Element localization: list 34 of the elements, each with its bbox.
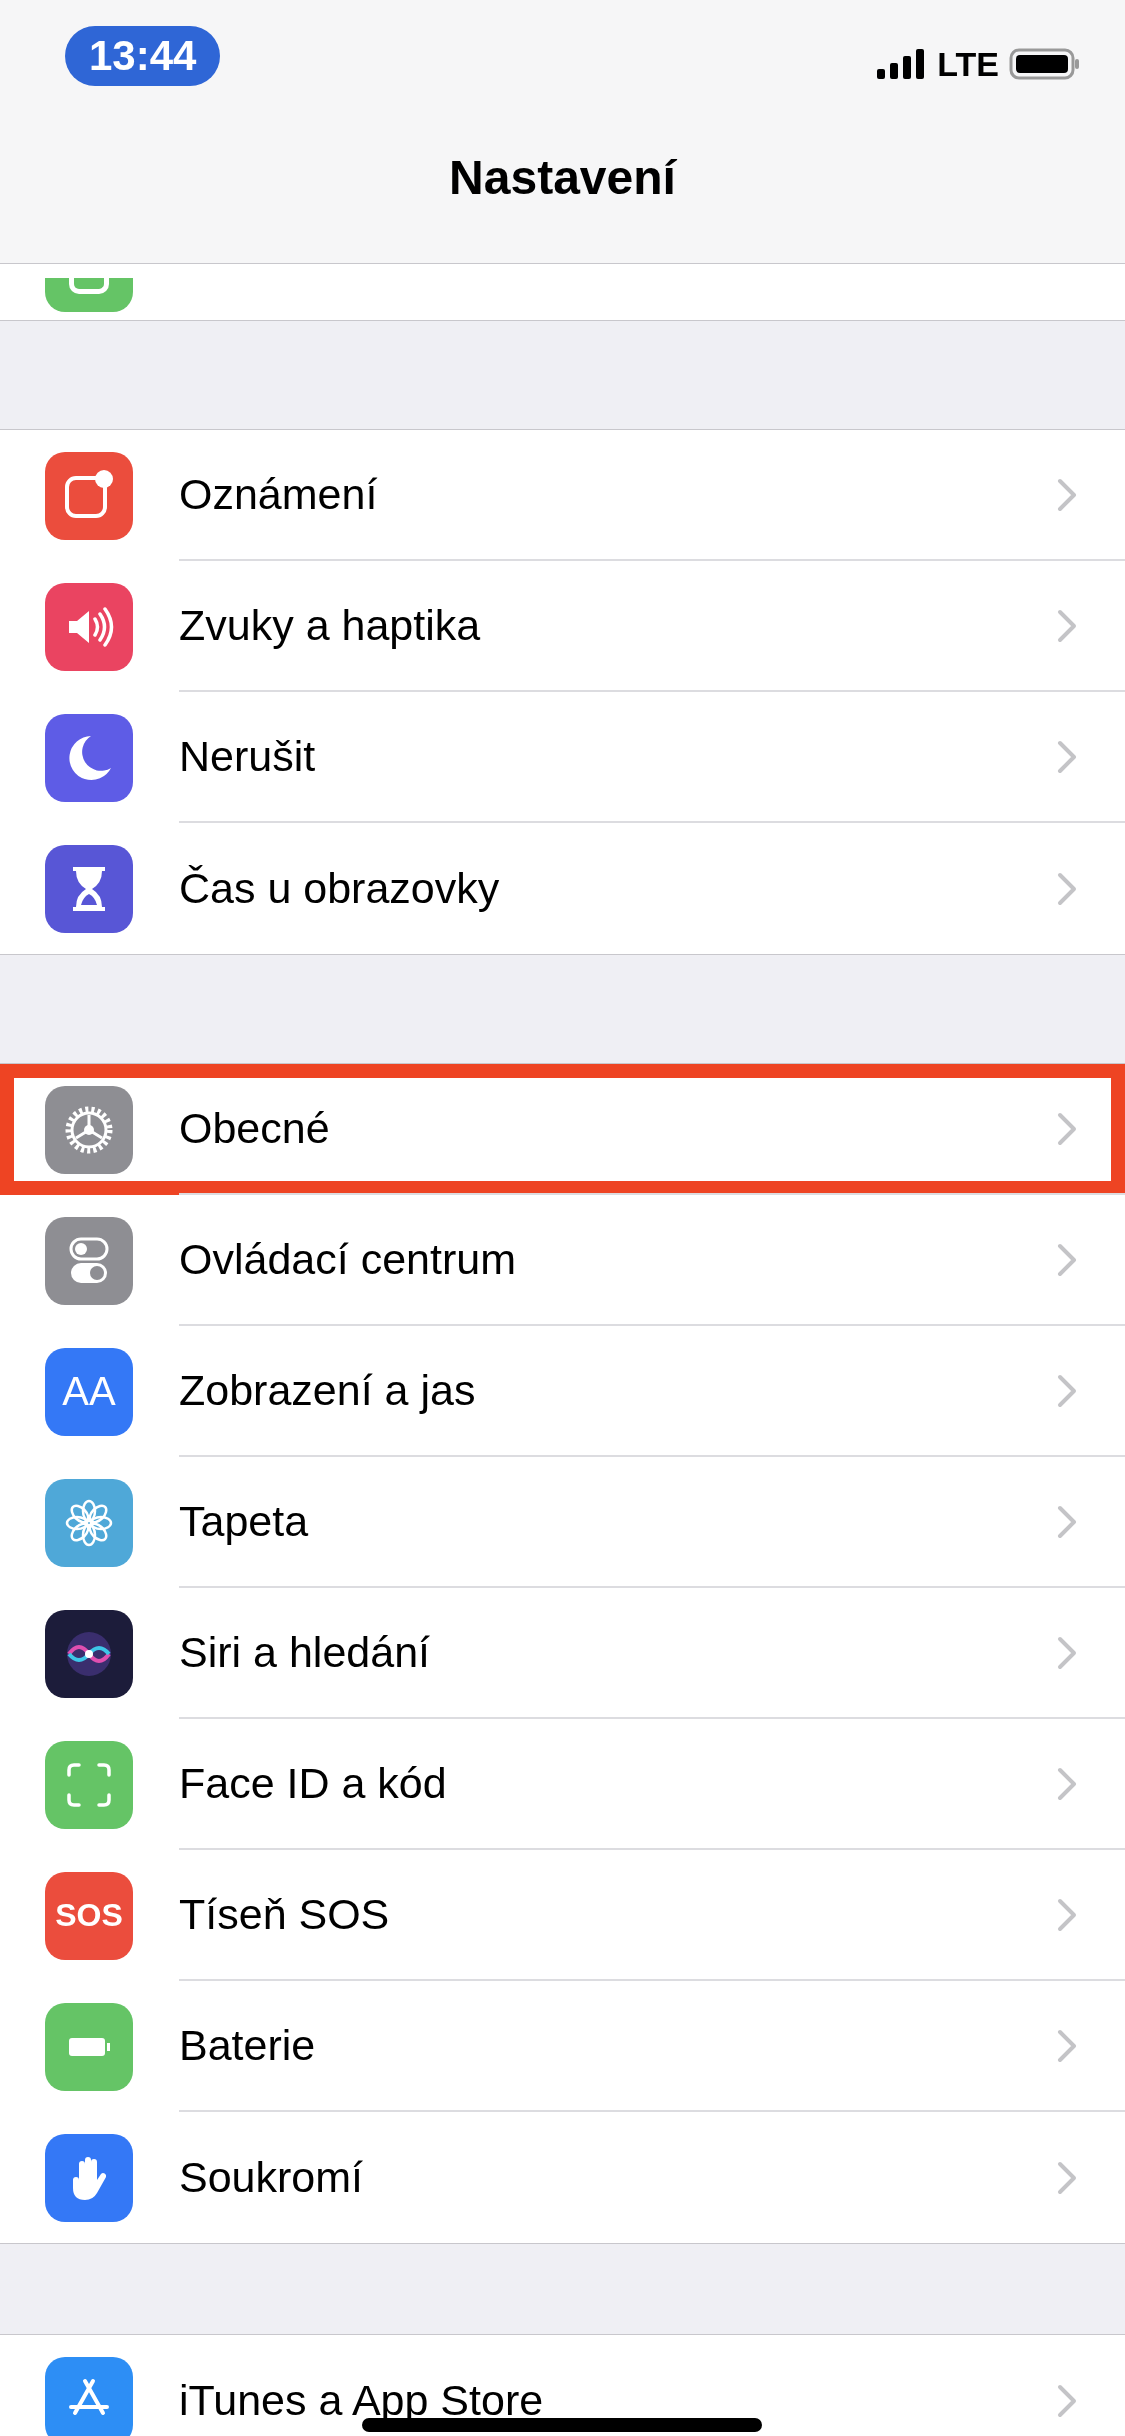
- status-time: 13:44: [65, 26, 221, 86]
- text-icon: SOS: [45, 1871, 133, 1960]
- chevron-icon: [1057, 2383, 1077, 2418]
- chevron-icon: [1057, 1111, 1077, 1146]
- item-label: Zvuky a haptika: [179, 601, 481, 650]
- battery-icon: [1009, 48, 1081, 80]
- chevron-icon: [1057, 608, 1077, 643]
- item-label: Nerušit: [179, 732, 316, 781]
- chevron-icon: [1057, 477, 1077, 512]
- chevron-icon: [1057, 2160, 1077, 2195]
- item-label: Soukromí: [179, 2153, 363, 2202]
- chevron-icon: [1057, 1504, 1077, 1539]
- item-label: Face ID a kód: [179, 1759, 447, 1808]
- chevron-icon: [1057, 1373, 1077, 1408]
- item-label: Čas u obrazovky: [179, 864, 500, 913]
- chevron-icon: [1057, 1242, 1077, 1277]
- item-label: Ovládací centrum: [179, 1235, 516, 1284]
- chevron-icon: [1057, 1766, 1077, 1801]
- settings-item[interactable]: Obecné: [0, 1064, 1125, 1195]
- item-label: Tapeta: [179, 1497, 309, 1546]
- chevron-icon: [1057, 1635, 1077, 1670]
- item-label: Zobrazení a jas: [179, 1366, 476, 1415]
- text-icon: AA: [45, 1347, 133, 1436]
- item-label: Obecné: [179, 1104, 330, 1153]
- chevron-icon: [1057, 739, 1077, 774]
- chevron-icon: [1057, 1897, 1077, 1932]
- item-label: Tíseň SOS: [179, 1890, 390, 1939]
- item-label: Baterie: [179, 2021, 316, 2070]
- chevron-icon: [1057, 871, 1077, 906]
- page-title: Nastavení: [448, 150, 678, 205]
- item-label: Siri a hledání: [179, 1628, 430, 1677]
- network-label: LTE: [937, 44, 999, 84]
- chevron-icon: [1057, 2028, 1077, 2063]
- item-label: Oznámení: [179, 470, 378, 519]
